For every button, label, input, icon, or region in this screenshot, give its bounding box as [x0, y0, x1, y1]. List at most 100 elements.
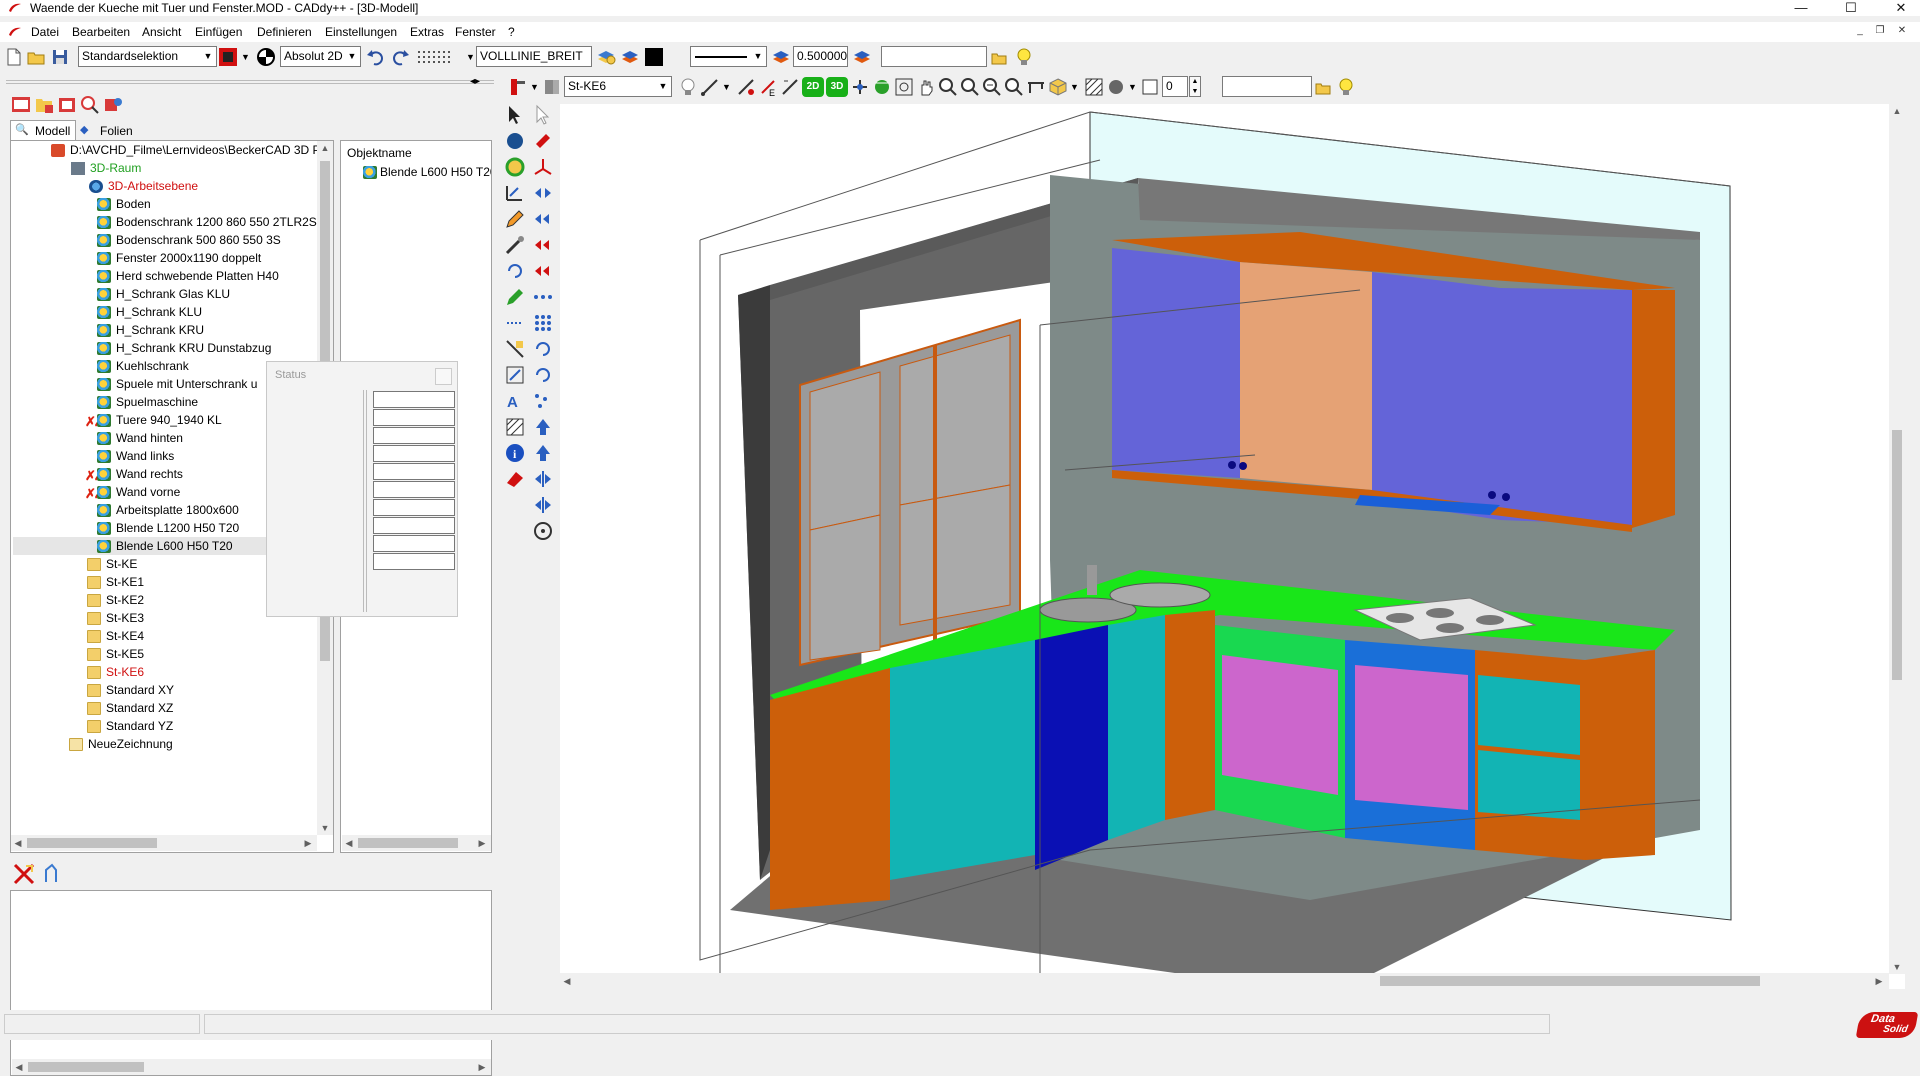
- chevron-down-icon[interactable]: ▼: [1070, 82, 1079, 92]
- properties-hscroll-thumb[interactable]: [28, 1062, 144, 1072]
- status-value-field[interactable]: [373, 391, 455, 408]
- coordinate-mode-combo[interactable]: Absolut 2D ▼: [280, 46, 361, 67]
- zoom-out-icon[interactable]: [960, 77, 980, 97]
- menu-extras[interactable]: Extras: [410, 22, 444, 42]
- tree-layer-item[interactable]: H_Schrank KRU: [87, 321, 327, 339]
- grid-toggle-icon[interactable]: [416, 47, 456, 67]
- copy-red-icon[interactable]: [532, 260, 554, 282]
- trim-tool-icon[interactable]: [504, 338, 526, 360]
- arrow-up-alt-icon[interactable]: [532, 442, 554, 464]
- mirror-alt-icon[interactable]: [532, 494, 554, 516]
- select-rectangle-icon[interactable]: [218, 47, 238, 67]
- mdi-minimize-icon[interactable]: _: [1852, 24, 1868, 38]
- viewport-vscroll-thumb[interactable]: [1892, 430, 1902, 680]
- refresh-icon[interactable]: [532, 338, 554, 360]
- mirror-icon[interactable]: [532, 468, 554, 490]
- tree-layer-item[interactable]: Bodenschrank 1200 860 550 2TLR2S: [87, 213, 327, 231]
- tool-info-icon[interactable]: [40, 862, 62, 886]
- close-button[interactable]: ✕: [1878, 0, 1920, 16]
- green-pen-icon[interactable]: [504, 286, 526, 308]
- chevron-down-icon[interactable]: ▼: [1890, 960, 1904, 974]
- panel-grip[interactable]: [6, 80, 494, 84]
- sphere-icon[interactable]: [1106, 77, 1126, 97]
- panel-pin-icon[interactable]: ◂▸: [470, 76, 480, 87]
- folder-search-icon[interactable]: [1314, 77, 1334, 97]
- linewidth-layer-icon[interactable]: [771, 47, 791, 67]
- object-hscrollbar[interactable]: ◀ ▶: [342, 835, 491, 851]
- tree-layer-item[interactable]: H_Schrank KRU Dunstabzug: [87, 339, 327, 357]
- counter-field[interactable]: 0: [1162, 76, 1188, 97]
- search-layer-icon[interactable]: [79, 94, 101, 116]
- render-view-icon[interactable]: [872, 77, 892, 97]
- move-right-icon[interactable]: [532, 208, 554, 230]
- tree-layer-item[interactable]: Herd schwebende Platten H40: [87, 267, 327, 285]
- snap-mode-icon[interactable]: [256, 47, 276, 67]
- chevron-down-icon[interactable]: ▼: [241, 52, 250, 62]
- tab-folien[interactable]: ◆ Folien: [78, 122, 136, 140]
- model-view-icon[interactable]: [10, 94, 32, 116]
- color-black-icon[interactable]: [644, 47, 664, 67]
- status-popup-close-button[interactable]: [435, 368, 452, 385]
- new-layer-icon[interactable]: [33, 94, 55, 116]
- undo-icon[interactable]: [366, 47, 386, 67]
- text-tool-icon[interactable]: A: [504, 390, 526, 412]
- chevron-left-icon[interactable]: ◀: [11, 836, 25, 850]
- lightbulb-icon[interactable]: [1014, 47, 1034, 67]
- tree-layer-item[interactable]: Boden: [87, 195, 327, 213]
- edit-entity-icon[interactable]: E: [758, 77, 778, 97]
- layer-props-icon[interactable]: [852, 47, 872, 67]
- rotate-tool-icon[interactable]: [504, 260, 526, 282]
- menu-definieren[interactable]: Definieren: [257, 22, 312, 42]
- delete-layer-icon[interactable]: [56, 94, 78, 116]
- save-icon[interactable]: [50, 47, 70, 67]
- status-value-field[interactable]: [373, 463, 455, 480]
- chevron-left-icon[interactable]: ◀: [12, 1060, 26, 1074]
- hatch-tool-icon[interactable]: [504, 416, 526, 438]
- object-list-item[interactable]: Blende L600 H50 T20: [363, 163, 491, 181]
- menu-ansicht[interactable]: Ansicht: [142, 22, 181, 42]
- layer-stack-icon[interactable]: [596, 47, 616, 67]
- tree-hscroll-thumb[interactable]: [27, 838, 157, 848]
- status-value-field[interactable]: [373, 427, 455, 444]
- status-value-field[interactable]: [373, 499, 455, 516]
- kitchen-model[interactable]: [560, 104, 1905, 989]
- mdi-close-icon[interactable]: ✕: [1894, 24, 1910, 38]
- tool-delete-icon[interactable]: [12, 862, 36, 886]
- layer-combo[interactable]: St-KE6 ▼: [564, 76, 672, 97]
- pan-hand-icon[interactable]: [916, 77, 936, 97]
- chevron-right-icon[interactable]: ▶: [475, 836, 489, 850]
- sphere-tool-icon[interactable]: [504, 130, 526, 152]
- section-view-icon[interactable]: [1026, 77, 1046, 97]
- chevron-down-icon[interactable]: ▼: [1128, 82, 1137, 92]
- status-value-field[interactable]: [373, 535, 455, 552]
- pencil-tool-icon[interactable]: [504, 208, 526, 230]
- shaded-cube-icon[interactable]: [1048, 77, 1068, 97]
- counter-spinner[interactable]: ▲ ▼: [1189, 76, 1201, 97]
- paint-tool-icon[interactable]: [532, 130, 554, 152]
- 3d-viewport[interactable]: ▲ ▼ ◀ ▶: [560, 104, 1905, 989]
- status-value-field[interactable]: [373, 517, 455, 534]
- viewport-vscrollbar[interactable]: ▲ ▼: [1889, 104, 1905, 974]
- view-3d-button[interactable]: 3D: [826, 77, 848, 97]
- viewport-hscrollbar[interactable]: ◀ ▶: [560, 973, 1889, 989]
- open-folder-icon[interactable]: [26, 47, 46, 67]
- tree-layer-item[interactable]: Bodenschrank 500 860 550 3S: [87, 231, 327, 249]
- menu-fenster[interactable]: Fenster: [455, 22, 496, 42]
- layer-settings-icon[interactable]: [102, 94, 124, 116]
- arrow-up-icon[interactable]: [532, 416, 554, 438]
- new-file-icon[interactable]: [4, 47, 24, 67]
- counter-icon[interactable]: [1140, 77, 1160, 97]
- chevron-right-icon[interactable]: ▶: [1872, 974, 1886, 988]
- redo-icon[interactable]: [390, 47, 410, 67]
- linetype-field[interactable]: VOLLLINIE_BREIT: [476, 46, 592, 67]
- info-icon[interactable]: i: [504, 442, 526, 464]
- toolbar-search-field[interactable]: [881, 46, 987, 67]
- dot-grid-icon[interactable]: [532, 312, 554, 334]
- status-value-field[interactable]: [373, 553, 455, 570]
- status-value-field[interactable]: [373, 445, 455, 462]
- zoom-previous-icon[interactable]: [1004, 77, 1024, 97]
- chevron-down-icon[interactable]: ▼: [318, 821, 332, 835]
- minimize-button[interactable]: —: [1778, 0, 1824, 16]
- hatch-pattern-icon[interactable]: [1084, 77, 1104, 97]
- scatter-icon[interactable]: [532, 390, 554, 412]
